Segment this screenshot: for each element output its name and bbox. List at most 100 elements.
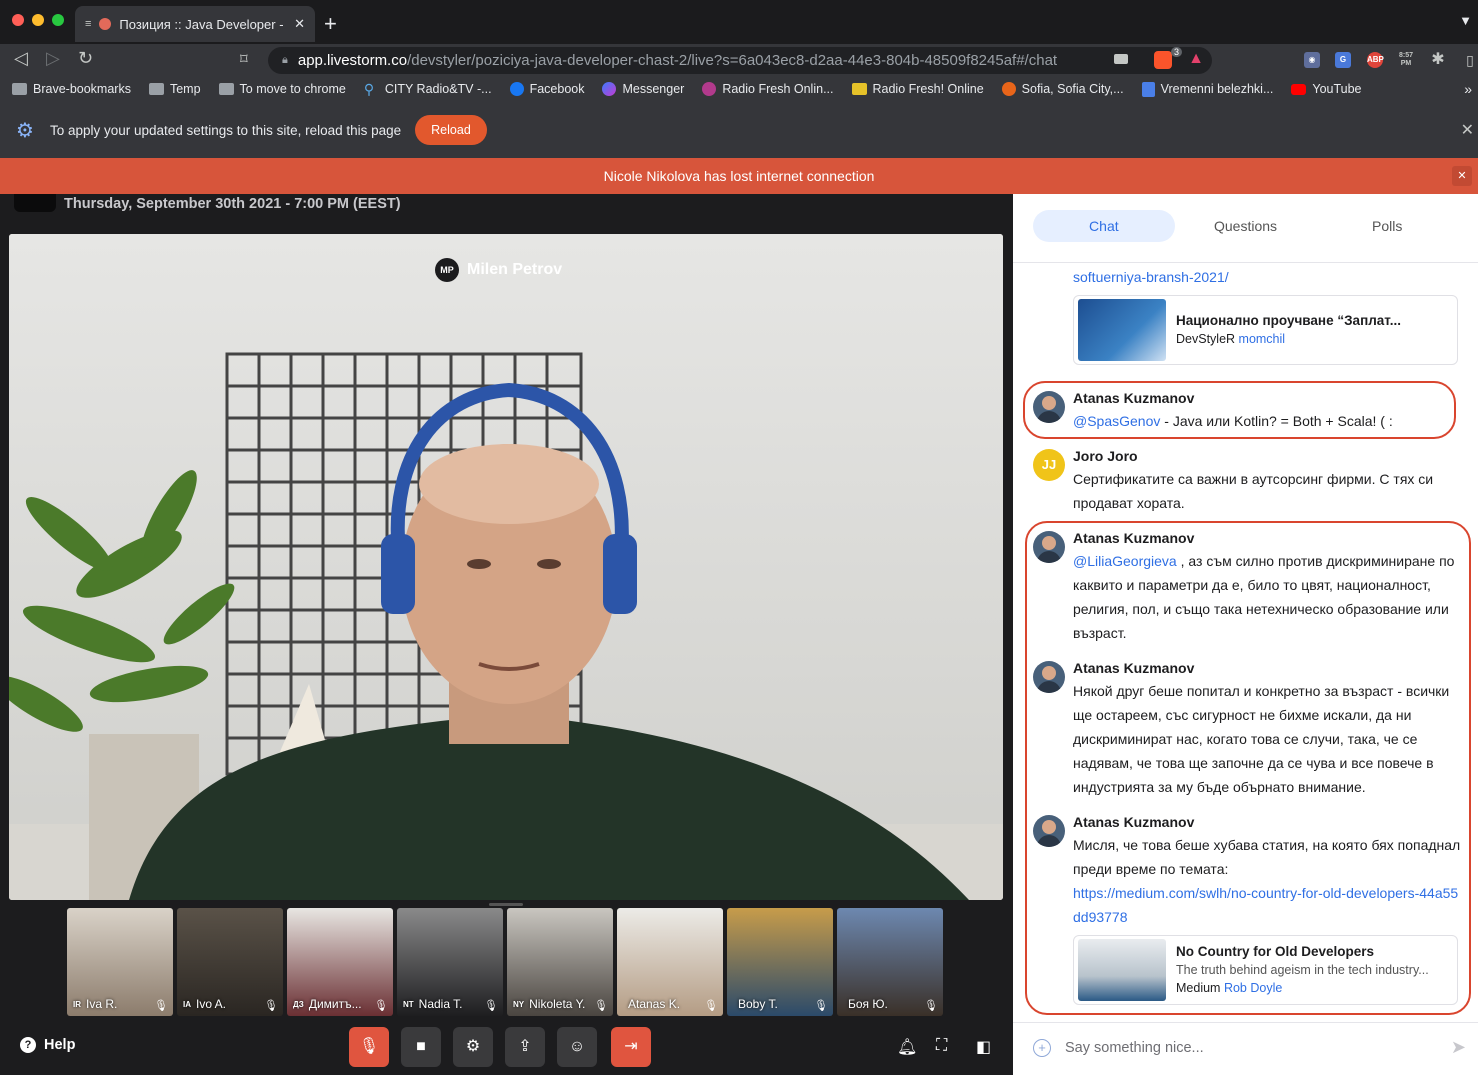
close-infobar-icon[interactable]: ✕ <box>1461 120 1474 140</box>
reload-button[interactable]: Reload <box>415 115 487 145</box>
leave-button[interactable]: ⇥ <box>611 1027 651 1067</box>
mic-muted-icon: 🎙︎ <box>924 1000 938 1012</box>
bookmark-facebook[interactable]: Facebook <box>509 82 584 96</box>
mention-link[interactable]: @SpasGenov <box>1073 413 1160 429</box>
url-host: app.livestorm.co <box>297 52 408 69</box>
bookmark-city-radio[interactable]: ⚲ CITY Radio&TV -... <box>364 82 492 96</box>
main-video[interactable]: MP Milen Petrov <box>9 234 1003 900</box>
bookmark-radio-fresh-online[interactable]: Radio Fresh! Online <box>851 82 984 96</box>
message-text: Сертификатите са важни в аутсорсинг фирм… <box>1073 471 1434 511</box>
participant-tile[interactable]: Boby T. 🎙︎ <box>727 908 833 1016</box>
mention-link[interactable]: @LiliaGeorgieva <box>1073 553 1177 569</box>
link-preview-card[interactable]: Национално проучване “Заплат... DevStyle… <box>1073 295 1458 365</box>
back-icon[interactable]: ◁ <box>14 48 28 69</box>
bookmark-label: Messenger <box>622 82 685 96</box>
bookmark-label: CITY Radio&TV -... <box>384 82 492 96</box>
settings-button[interactable]: ⚙ <box>453 1027 493 1067</box>
new-tab-button[interactable]: + <box>324 11 337 37</box>
bookmark-icon[interactable]: ⌑ <box>240 50 248 68</box>
tab-audio-icon: ≡ <box>85 18 92 30</box>
avatar <box>1033 531 1065 563</box>
avatar <box>1033 661 1065 693</box>
participant-initials: IA <box>183 999 191 1009</box>
lock-icon: 🔒︎ <box>282 54 288 66</box>
browser-chrome: ≡ Позиция :: Java Developer - ✕ + ▼ ◁ ▷ … <box>0 0 1478 110</box>
fullscreen-icon[interactable]: ⛶ <box>936 1037 947 1055</box>
browser-toolbar: ◁ ▷ ↻ ⌑ 🔒︎ app.livestorm.co/devstyler/po… <box>0 44 1478 76</box>
bookmark-radio-fresh[interactable]: Radio Fresh Onlin... <box>702 82 834 96</box>
tab-questions[interactable]: Questions <box>1175 210 1317 242</box>
speaker-name-tag: MP Milen Petrov <box>435 258 562 282</box>
message-link[interactable]: softuerniya-bransh-2021/ <box>1073 269 1229 285</box>
chat-input[interactable] <box>1065 1039 1425 1056</box>
bookmark-messenger[interactable]: Messenger <box>602 82 684 96</box>
link-preview-card[interactable]: No Country for Old Developers The truth … <box>1073 935 1458 1005</box>
participant-initials: ДЗ <box>293 999 304 1009</box>
send-icon[interactable]: ➤ <box>1451 1037 1466 1058</box>
tab-search-icon[interactable]: ▼ <box>1459 13 1472 28</box>
participant-tile[interactable]: Atanas K. 🎙︎ <box>617 908 723 1016</box>
card-title: Национално проучване “Заплат... <box>1176 313 1401 328</box>
browser-tab[interactable]: ≡ Позиция :: Java Developer - ✕ <box>75 6 315 42</box>
emoji-button[interactable]: ☺ <box>557 1027 597 1067</box>
help-button[interactable]: ? Help <box>20 1037 75 1053</box>
participant-name: Ivo A. <box>196 997 227 1011</box>
forward-icon[interactable]: ▷ <box>46 48 60 69</box>
translate-extension-icon[interactable]: G <box>1335 52 1351 68</box>
mute-mic-button[interactable]: 🎙︎ <box>349 1027 389 1067</box>
participant-tile[interactable]: IA Ivo A. 🎙︎ <box>177 908 283 1016</box>
bookmark-temp[interactable]: Temp <box>148 82 201 96</box>
reload-icon[interactable]: ↻ <box>78 48 93 69</box>
bookmark-youtube[interactable]: YouTube <box>1291 82 1362 96</box>
bell-icon[interactable]: 🔔︎ <box>897 1037 917 1057</box>
puzzle-icon[interactable]: ✱ <box>1430 52 1446 68</box>
alert-message: Nicole Nikolova has lost internet connec… <box>603 168 875 184</box>
sun-icon <box>1001 82 1016 96</box>
clock-extension-icon[interactable]: 8:57 PM <box>1398 52 1414 68</box>
participant-tile[interactable]: IR Iva R. 🎙︎ <box>67 908 173 1016</box>
camera-button[interactable]: ■ <box>401 1027 441 1067</box>
doc-icon <box>1141 81 1155 97</box>
close-alert-icon[interactable]: ✕ <box>1452 166 1472 186</box>
card-source: Medium <box>1176 981 1221 995</box>
tab-title: Позиция :: Java Developer - <box>119 16 284 32</box>
owl-extension-icon[interactable]: ◉ <box>1304 52 1320 68</box>
share-screen-button[interactable]: ⇪ <box>505 1027 545 1067</box>
folder-icon <box>12 83 27 95</box>
card-title: No Country for Old Developers <box>1176 944 1375 959</box>
brave-rewards-icon[interactable]: ▲ <box>1188 50 1204 68</box>
card-source: DevStyleR <box>1176 332 1236 346</box>
message-author: Atanas Kuzmanov <box>1073 660 1195 676</box>
more-bookmarks-icon[interactable]: » <box>1464 81 1472 97</box>
participant-initials: NY <box>513 999 525 1009</box>
participant-tile[interactable]: NT Nadia T. 🎙︎ <box>397 908 503 1016</box>
participant-tile[interactable]: Боя Ю. 🎙︎ <box>837 908 943 1016</box>
message-author: Joro Joro <box>1073 448 1138 464</box>
resize-handle[interactable] <box>489 903 523 906</box>
tab-chat[interactable]: Chat <box>1033 210 1175 242</box>
add-attachment-icon[interactable]: + <box>1033 1038 1051 1057</box>
minimize-window-button[interactable] <box>32 14 44 26</box>
layout-icon[interactable]: ◧ <box>976 1037 991 1057</box>
address-bar[interactable]: 🔒︎ app.livestorm.co/devstyler/poziciya-j… <box>268 47 1212 74</box>
bookmark-sofia-weather[interactable]: Sofia, Sofia City,... <box>1001 82 1124 96</box>
bookmark-brave-bookmarks[interactable]: Brave-bookmarks <box>12 82 131 96</box>
camera-icon[interactable] <box>1114 54 1128 64</box>
participant-tile[interactable]: NY Nikoleta Y. 🎙︎ <box>507 908 613 1016</box>
zoom-window-button[interactable] <box>52 14 64 26</box>
brave-shields-icon[interactable] <box>1154 51 1172 69</box>
avatar <box>1033 815 1065 847</box>
bookmark-label: Radio Fresh! Online <box>872 82 984 96</box>
tab-polls[interactable]: Polls <box>1316 210 1458 242</box>
gear-icon: ⚙ <box>16 119 34 142</box>
abp-icon[interactable]: ABP <box>1367 52 1384 68</box>
bookmark-to-move-to-chrome[interactable]: To move to chrome <box>218 82 346 96</box>
bookmark-vremenni-belezhki[interactable]: Vremenni belezhki... <box>1141 81 1273 97</box>
message-text: Някой друг беше попитал и конкретно за в… <box>1073 683 1450 795</box>
close-window-button[interactable] <box>12 14 24 26</box>
sidebar-toggle-icon[interactable]: ▯ <box>1462 52 1478 68</box>
message-link[interactable]: https://medium.com/swlh/no-country-for-o… <box>1073 885 1458 925</box>
tab-close-icon[interactable]: ✕ <box>294 16 305 32</box>
tab-favicon-icon <box>99 18 112 30</box>
participant-tile[interactable]: ДЗ Димитъ... 🎙︎ <box>287 908 393 1016</box>
